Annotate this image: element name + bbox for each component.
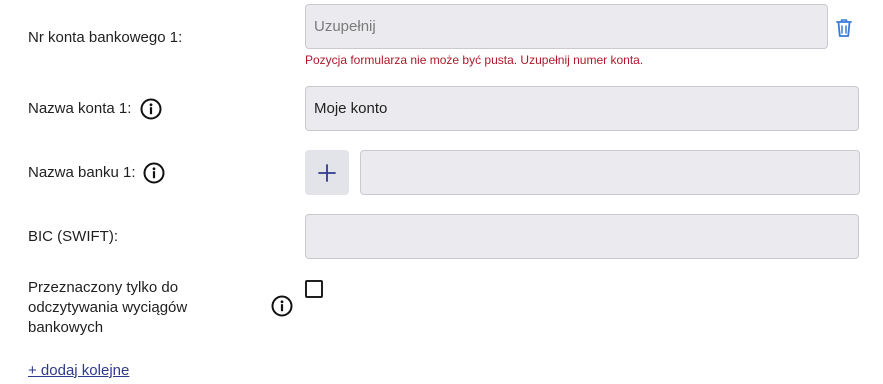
read-only-checkbox[interactable] bbox=[305, 280, 323, 298]
account-number-input[interactable] bbox=[305, 4, 828, 49]
read-only-label-line: Przeznaczony tylko do bbox=[28, 279, 179, 296]
bank-name-label: Nazwa banku 1: bbox=[28, 164, 136, 181]
account-number-error: Pozycja formularza nie może być pusta. U… bbox=[305, 53, 644, 67]
account-number-label: Nr konta bankowego 1: bbox=[28, 29, 183, 46]
read-only-label-line: odczytywania wyciągów bbox=[28, 299, 188, 316]
bic-input[interactable] bbox=[305, 214, 859, 259]
bank-name-input[interactable] bbox=[360, 150, 860, 195]
account-name-input[interactable] bbox=[305, 86, 859, 131]
read-only-label-line: bankowych bbox=[28, 319, 104, 336]
info-icon[interactable] bbox=[271, 295, 293, 317]
account-name-label: Nazwa konta 1: bbox=[28, 100, 132, 117]
info-icon[interactable] bbox=[140, 98, 162, 120]
read-only-label: Przeznaczony tylko do odczytywania wycią… bbox=[28, 278, 187, 338]
info-icon[interactable] bbox=[143, 162, 165, 184]
add-bank-button[interactable] bbox=[305, 150, 349, 195]
bic-label: BIC (SWIFT): bbox=[28, 228, 118, 245]
trash-icon[interactable] bbox=[835, 18, 853, 43]
add-more-link[interactable]: + dodaj kolejne bbox=[28, 362, 129, 379]
plus-icon bbox=[318, 163, 336, 182]
